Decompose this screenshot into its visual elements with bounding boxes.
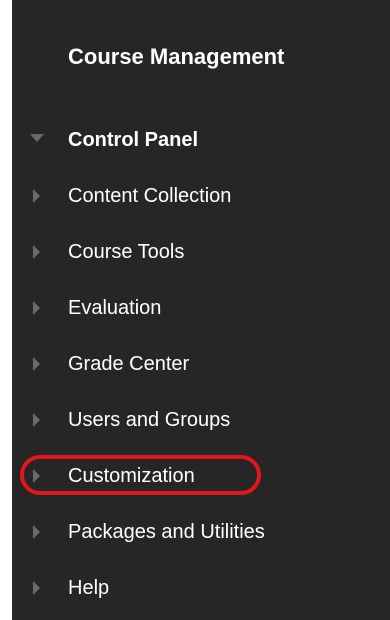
course-management-panel: Course Management Control Panel Content … — [12, 0, 390, 620]
menu-item-help[interactable]: Help — [12, 560, 390, 616]
triangle-right-icon — [33, 189, 40, 203]
menu-item-course-tools[interactable]: Course Tools — [12, 224, 390, 280]
control-panel-header[interactable]: Control Panel — [12, 112, 390, 168]
triangle-right-icon — [33, 581, 40, 595]
course-management-title: Course Management — [68, 44, 285, 69]
menu-item-label: Help — [68, 576, 110, 599]
triangle-right-icon — [33, 525, 40, 539]
menu-item-label: Course Tools — [68, 240, 185, 263]
menu-item-evaluation[interactable]: Evaluation — [12, 280, 390, 336]
menu-item-label: Evaluation — [68, 296, 162, 319]
menu-item-label: Customization — [68, 464, 195, 487]
control-panel-menu: Control Panel Content Collection Course … — [12, 112, 390, 616]
triangle-down-icon — [30, 134, 44, 142]
triangle-right-icon — [33, 357, 40, 371]
menu-item-label: Packages and Utilities — [68, 520, 265, 543]
triangle-right-icon — [33, 301, 40, 315]
menu-item-grade-center[interactable]: Grade Center — [12, 336, 390, 392]
menu-item-label: Users and Groups — [68, 408, 231, 431]
menu-item-label: Content Collection — [68, 184, 232, 207]
menu-item-content-collection[interactable]: Content Collection — [12, 168, 390, 224]
menu-item-users-and-groups[interactable]: Users and Groups — [12, 392, 390, 448]
triangle-right-icon — [33, 413, 40, 427]
menu-item-label: Grade Center — [68, 352, 190, 375]
control-panel-label: Control Panel — [68, 128, 199, 151]
triangle-right-icon — [33, 469, 40, 483]
menu-item-customization[interactable]: Customization — [12, 448, 390, 504]
menu-item-packages-and-utilities[interactable]: Packages and Utilities — [12, 504, 390, 560]
triangle-right-icon — [33, 245, 40, 259]
